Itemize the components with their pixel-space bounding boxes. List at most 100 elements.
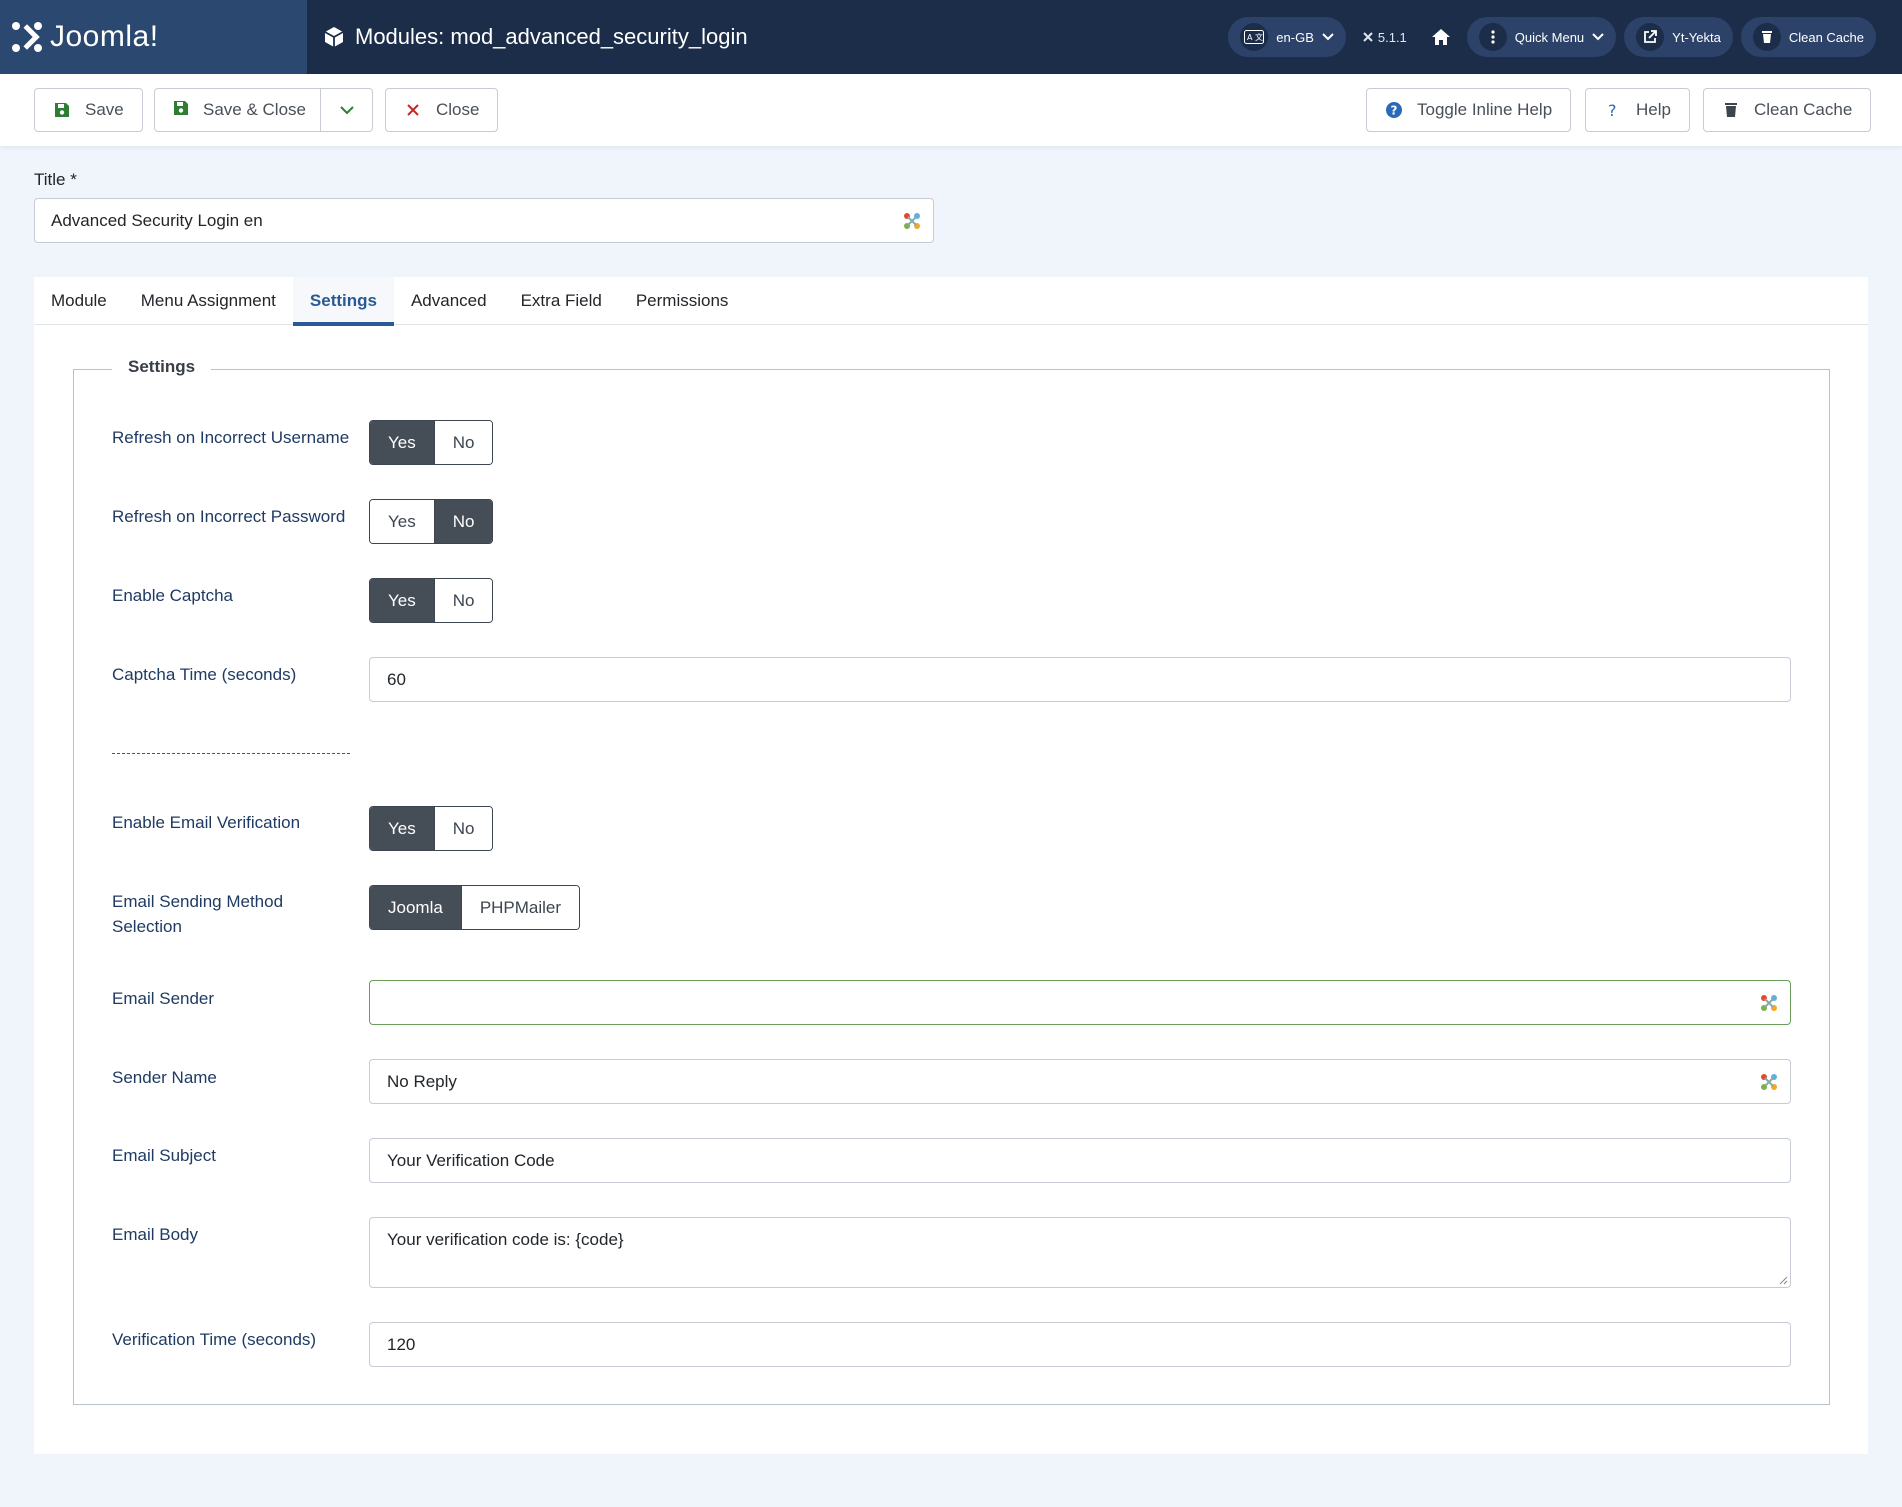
site-link[interactable]: Yt-Yekta bbox=[1624, 17, 1733, 57]
page-title-text: Modules: mod_advanced_security_login bbox=[355, 24, 748, 49]
save-button[interactable]: Save bbox=[34, 88, 143, 132]
joomla-logo-icon bbox=[12, 22, 42, 52]
title-value: Advanced Security Login en bbox=[51, 210, 263, 230]
clean-cache-label: Clean Cache bbox=[1788, 29, 1864, 45]
joomla-multilang-icon[interactable] bbox=[1760, 994, 1778, 1012]
version-label: 5.1.1 bbox=[1377, 29, 1407, 45]
svg-text:文: 文 bbox=[1255, 32, 1263, 42]
clean-cache-toolbar-label: Clean Cache bbox=[1754, 100, 1853, 119]
method-phpmailer[interactable]: PHPMailer bbox=[460, 886, 580, 929]
cube-icon bbox=[324, 27, 344, 47]
tab-bar: Module Menu Assignment Settings Advanced… bbox=[34, 277, 1868, 326]
site-label: Yt-Yekta bbox=[1672, 29, 1721, 45]
external-link-icon bbox=[1636, 23, 1665, 51]
sending-method-toggle: Joomla PHPMailer bbox=[369, 885, 581, 930]
save-dropdown-toggle[interactable] bbox=[321, 88, 373, 132]
clean-cache-button[interactable]: Clean Cache bbox=[1703, 88, 1872, 132]
email-body-value: Your verification code is: {code} bbox=[387, 1230, 624, 1249]
email-verification-no[interactable]: No bbox=[433, 807, 493, 850]
svg-text:?: ? bbox=[1608, 102, 1617, 118]
title-input[interactable]: Advanced Security Login en bbox=[34, 198, 934, 243]
verification-time-label: Verification Time (seconds) bbox=[112, 1330, 317, 1349]
save-label: Save bbox=[85, 100, 124, 119]
email-verification-toggle: Yes No bbox=[369, 806, 494, 851]
save-icon bbox=[53, 101, 71, 119]
captcha-time-input[interactable]: 60 bbox=[369, 657, 1791, 702]
refresh-password-yes[interactable]: Yes bbox=[370, 500, 434, 543]
joomla-multilang-icon[interactable] bbox=[903, 212, 921, 230]
tab-permissions[interactable]: Permissions bbox=[619, 277, 746, 325]
captcha-time-value: 60 bbox=[387, 669, 406, 689]
refresh-username-toggle: Yes No bbox=[369, 420, 494, 465]
quick-menu-label: Quick Menu bbox=[1514, 29, 1585, 45]
home-button[interactable] bbox=[1423, 17, 1459, 57]
version-info: 5.1.1 bbox=[1354, 30, 1415, 45]
enable-captcha-toggle: Yes No bbox=[369, 578, 494, 623]
joomla-multilang-icon[interactable] bbox=[1760, 1073, 1778, 1091]
joomla-small-icon bbox=[1363, 32, 1373, 42]
header-clean-cache[interactable]: Clean Cache bbox=[1740, 17, 1876, 57]
help-label: Help bbox=[1636, 100, 1671, 119]
save-icon bbox=[173, 100, 189, 121]
question-icon: ? bbox=[1604, 101, 1622, 119]
tab-extra-field[interactable]: Extra Field bbox=[504, 277, 619, 325]
sending-method-label: Email Sending Method Selection bbox=[112, 892, 284, 936]
refresh-password-no[interactable]: No bbox=[433, 500, 493, 543]
email-sender-input[interactable] bbox=[369, 980, 1791, 1025]
chevron-down-icon bbox=[339, 105, 354, 114]
sender-name-input[interactable]: No Reply bbox=[369, 1059, 1791, 1104]
email-sender-label: Email Sender bbox=[112, 989, 215, 1008]
enable-captcha-yes[interactable]: Yes bbox=[370, 579, 434, 622]
method-joomla[interactable]: Joomla bbox=[370, 886, 461, 929]
resize-grip-icon[interactable] bbox=[1779, 1276, 1788, 1285]
settings-divider bbox=[112, 740, 350, 754]
sender-name-value: No Reply bbox=[387, 1071, 457, 1091]
refresh-password-label: Refresh on Incorrect Password bbox=[112, 507, 346, 526]
close-label: Close bbox=[436, 100, 480, 119]
email-subject-value: Your Verification Code bbox=[387, 1150, 555, 1170]
refresh-username-yes[interactable]: Yes bbox=[370, 421, 434, 464]
save-close-group: Save & Close bbox=[154, 88, 373, 132]
chevron-down-icon bbox=[1322, 33, 1334, 41]
chevron-down-icon bbox=[1592, 33, 1604, 41]
email-verification-yes[interactable]: Yes bbox=[370, 807, 434, 850]
email-body-textarea[interactable]: Your verification code is: {code} bbox=[369, 1217, 1791, 1288]
refresh-username-label: Refresh on Incorrect Username bbox=[112, 428, 350, 447]
sender-name-label: Sender Name bbox=[112, 1068, 217, 1087]
save-close-button[interactable]: Save & Close bbox=[154, 88, 321, 132]
settings-legend: Settings bbox=[112, 357, 212, 377]
trash-icon bbox=[1722, 101, 1740, 119]
close-button[interactable]: Close bbox=[385, 88, 499, 132]
email-body-label: Email Body bbox=[112, 1225, 198, 1244]
language-label: en-GB bbox=[1276, 29, 1314, 45]
refresh-username-no[interactable]: No bbox=[433, 421, 493, 464]
language-selector[interactable]: A文 en-GB bbox=[1228, 17, 1346, 57]
verification-time-value: 120 bbox=[387, 1334, 416, 1354]
page-title: Modules: mod_advanced_security_login bbox=[323, 0, 748, 74]
top-header: Joomla! Modules: mod_advanced_security_l… bbox=[0, 0, 1902, 74]
tab-advanced[interactable]: Advanced bbox=[394, 277, 504, 325]
enable-captcha-label: Enable Captcha bbox=[112, 586, 233, 605]
enable-captcha-no[interactable]: No bbox=[433, 579, 493, 622]
toggle-help-label: Toggle Inline Help bbox=[1417, 100, 1553, 119]
toggle-inline-help-button[interactable]: ? Toggle Inline Help bbox=[1366, 88, 1572, 132]
svg-text:?: ? bbox=[1391, 104, 1398, 118]
save-close-label: Save & Close bbox=[203, 100, 306, 119]
title-label: Title * bbox=[34, 170, 77, 189]
quick-menu[interactable]: Quick Menu bbox=[1466, 17, 1617, 57]
tab-menu-assignment[interactable]: Menu Assignment bbox=[124, 277, 293, 325]
brand-area[interactable]: Joomla! bbox=[0, 0, 307, 74]
trash-icon bbox=[1752, 23, 1781, 51]
close-icon bbox=[404, 101, 422, 119]
verification-time-input[interactable]: 120 bbox=[369, 1322, 1791, 1367]
brand-name: Joomla! bbox=[50, 20, 159, 53]
email-subject-input[interactable]: Your Verification Code bbox=[369, 1138, 1791, 1183]
more-vertical-icon bbox=[1478, 23, 1507, 51]
tab-settings[interactable]: Settings bbox=[292, 277, 395, 326]
tab-module[interactable]: Module bbox=[34, 277, 124, 325]
email-subject-label: Email Subject bbox=[112, 1146, 216, 1165]
question-circle-icon: ? bbox=[1385, 101, 1403, 119]
home-icon bbox=[1431, 29, 1450, 45]
language-icon: A文 bbox=[1240, 23, 1269, 51]
help-button[interactable]: ? Help bbox=[1585, 88, 1690, 132]
